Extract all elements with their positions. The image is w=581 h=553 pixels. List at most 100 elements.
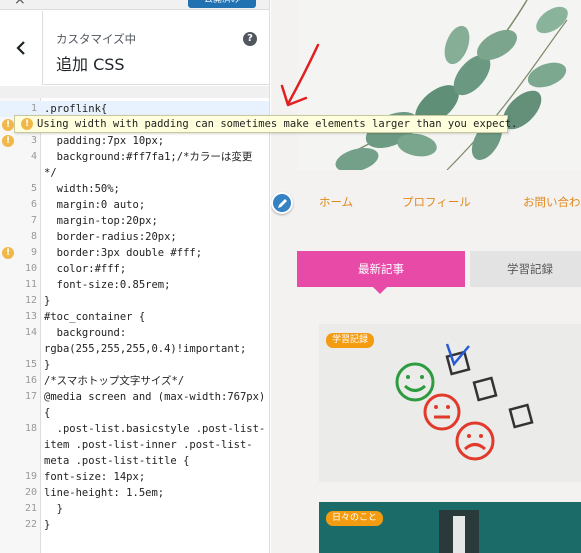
code-text: width:50%; [44,183,120,195]
code-text: #toc_container { [44,311,146,323]
code-text: padding:7px 10px; [44,135,165,147]
code-line[interactable]: 16 /*スマホトップ文字サイズ*/ [0,373,269,389]
code-line[interactable]: 13 #toc_container { [0,309,269,325]
code-text: } [44,503,63,515]
line-number: 12 [24,295,37,306]
code-text: rgba(255,255,255,0.4)!important; [44,343,247,355]
code-line[interactable]: 19 font-size: 14px; [0,469,269,485]
customizer-panel: × 公開済み カスタマイズ中 追加 CSS ? 1.proflink{!2!3 … [0,0,270,553]
code-line[interactable]: 4 background:#ff7fa1;/*カラーは変更 [0,149,269,165]
line-number: 21 [24,503,37,514]
publish-button[interactable]: 公開済み [188,0,256,8]
line-number: 3 [30,135,37,146]
code-text: */ [44,167,57,179]
code-line[interactable]: 14 background: [0,325,269,341]
line-number: 5 [30,183,37,194]
section-subtitle: カスタマイズ中 [56,32,137,46]
code-line[interactable]: rgba(255,255,255,0.4)!important; [0,341,269,357]
code-line[interactable]: { [0,405,269,421]
help-icon[interactable]: ? [243,32,257,46]
code-line[interactable]: 21 } [0,501,269,517]
code-line[interactable]: meta .post-list-title { [0,453,269,469]
code-line[interactable]: */ [0,165,269,181]
line-number: 16 [24,375,37,386]
tab-study-log[interactable]: 学習記録 [470,251,581,287]
code-line[interactable]: 18 .post-list.basicstyle .post-list- [0,421,269,437]
code-text: { [44,407,51,419]
code-line[interactable]: 22} [0,517,269,533]
code-text: } [44,359,51,371]
code-text: line-height: 1.5em; [44,487,165,499]
code-line[interactable]: ! 3 padding:7px 10px; [0,133,269,149]
category-badge[interactable]: 学習記録 [326,333,375,348]
code-text: background:#ff7fa1;/*カラーは変更 [44,151,253,163]
close-icon[interactable]: × [14,0,28,10]
code-text: item .post-list-inner .post-list- [44,439,253,451]
post-tabs: 最新記事 学習記録 [297,251,581,294]
line-number: 19 [24,471,37,482]
tab-latest-posts[interactable]: 最新記事 [297,251,465,294]
code-text: border:3px double #fff; [44,247,203,259]
code-line[interactable]: 20 line-height: 1.5em; [0,485,269,501]
code-line[interactable]: 5 width:50%; [0,181,269,197]
nav-item-home[interactable]: ホーム [319,194,353,210]
line-number: 20 [24,487,37,498]
edit-shortcut-pencil-icon[interactable] [271,192,293,214]
category-badge[interactable]: 日々のこと [326,511,384,526]
code-text: font-size:0.85rem; [44,279,171,291]
post-thumbnail-image [319,502,581,553]
warning-icon: ! [21,118,33,130]
eucalyptus-image [297,0,581,170]
line-number: 6 [30,199,37,210]
code-line[interactable]: 7 margin-top:20px; [0,213,269,229]
code-line[interactable]: 6 margin:0 auto; [0,197,269,213]
lint-warning-text: Using width with padding can sometimes m… [37,118,518,130]
lint-warning-tooltip: ! Using width with padding can sometimes … [14,115,517,133]
line-number: 4 [30,151,37,162]
line-number: 14 [24,327,37,338]
line-number: 13 [24,311,37,322]
section-header: カスタマイズ中 追加 CSS ? [0,11,269,85]
code-line[interactable]: 17 @media screen and (max-width:767px) [0,389,269,405]
line-number: 8 [30,231,37,242]
code-line[interactable]: 15} [0,357,269,373]
code-text: background: [44,327,127,339]
post-card[interactable]: 学習記録 [319,324,581,482]
back-button[interactable] [0,11,43,85]
code-text: } [44,295,51,307]
code-text: margin:0 auto; [44,199,146,211]
post-card[interactable]: 日々のこと [319,502,581,553]
hero-image [297,0,581,170]
line-number: 15 [24,359,37,370]
nav-item-contact[interactable]: お問い合わ [523,194,581,210]
code-text: color:#fff; [44,263,127,275]
css-code-editor[interactable]: 1.proflink{!2!3 padding:7px 10px;4 backg… [0,98,269,553]
chevron-left-icon [16,41,25,55]
code-text: } [44,519,51,531]
code-text: @media screen and (max-width:767px) [44,391,266,403]
line-number: 9 [30,247,37,258]
code-text: .post-list.basicstyle .post-list- [44,423,266,435]
code-text: /*スマホトップ文字サイズ*/ [44,375,185,387]
red-arrow-annotation [280,43,320,107]
divider [0,86,269,98]
code-line[interactable]: 11 font-size:0.85rem; [0,277,269,293]
site-nav: ホーム プロフィール お問い合わ [297,186,581,216]
line-number: 11 [24,279,37,290]
section-title: 追加 CSS [56,55,125,74]
line-number: 22 [24,519,37,530]
line-number: 7 [30,215,37,226]
line-number: 17 [24,391,37,402]
code-line[interactable]: 8 border-radius:20px; [0,229,269,245]
code-text: border-radius:20px; [44,231,177,243]
code-text: font-size: 14px; [44,471,146,483]
code-line[interactable]: 12} [0,293,269,309]
code-line[interactable]: item .post-list-inner .post-list- [0,437,269,453]
code-line[interactable]: 10 color:#fff; [0,261,269,277]
code-text: meta .post-list-title { [44,455,190,467]
customizer-topbar: × 公開済み [0,0,269,10]
code-text: margin-top:20px; [44,215,158,227]
code-line[interactable]: ! 9 border:3px double #fff; [0,245,269,261]
nav-item-profile[interactable]: プロフィール [402,194,471,210]
line-number: 18 [24,423,37,434]
